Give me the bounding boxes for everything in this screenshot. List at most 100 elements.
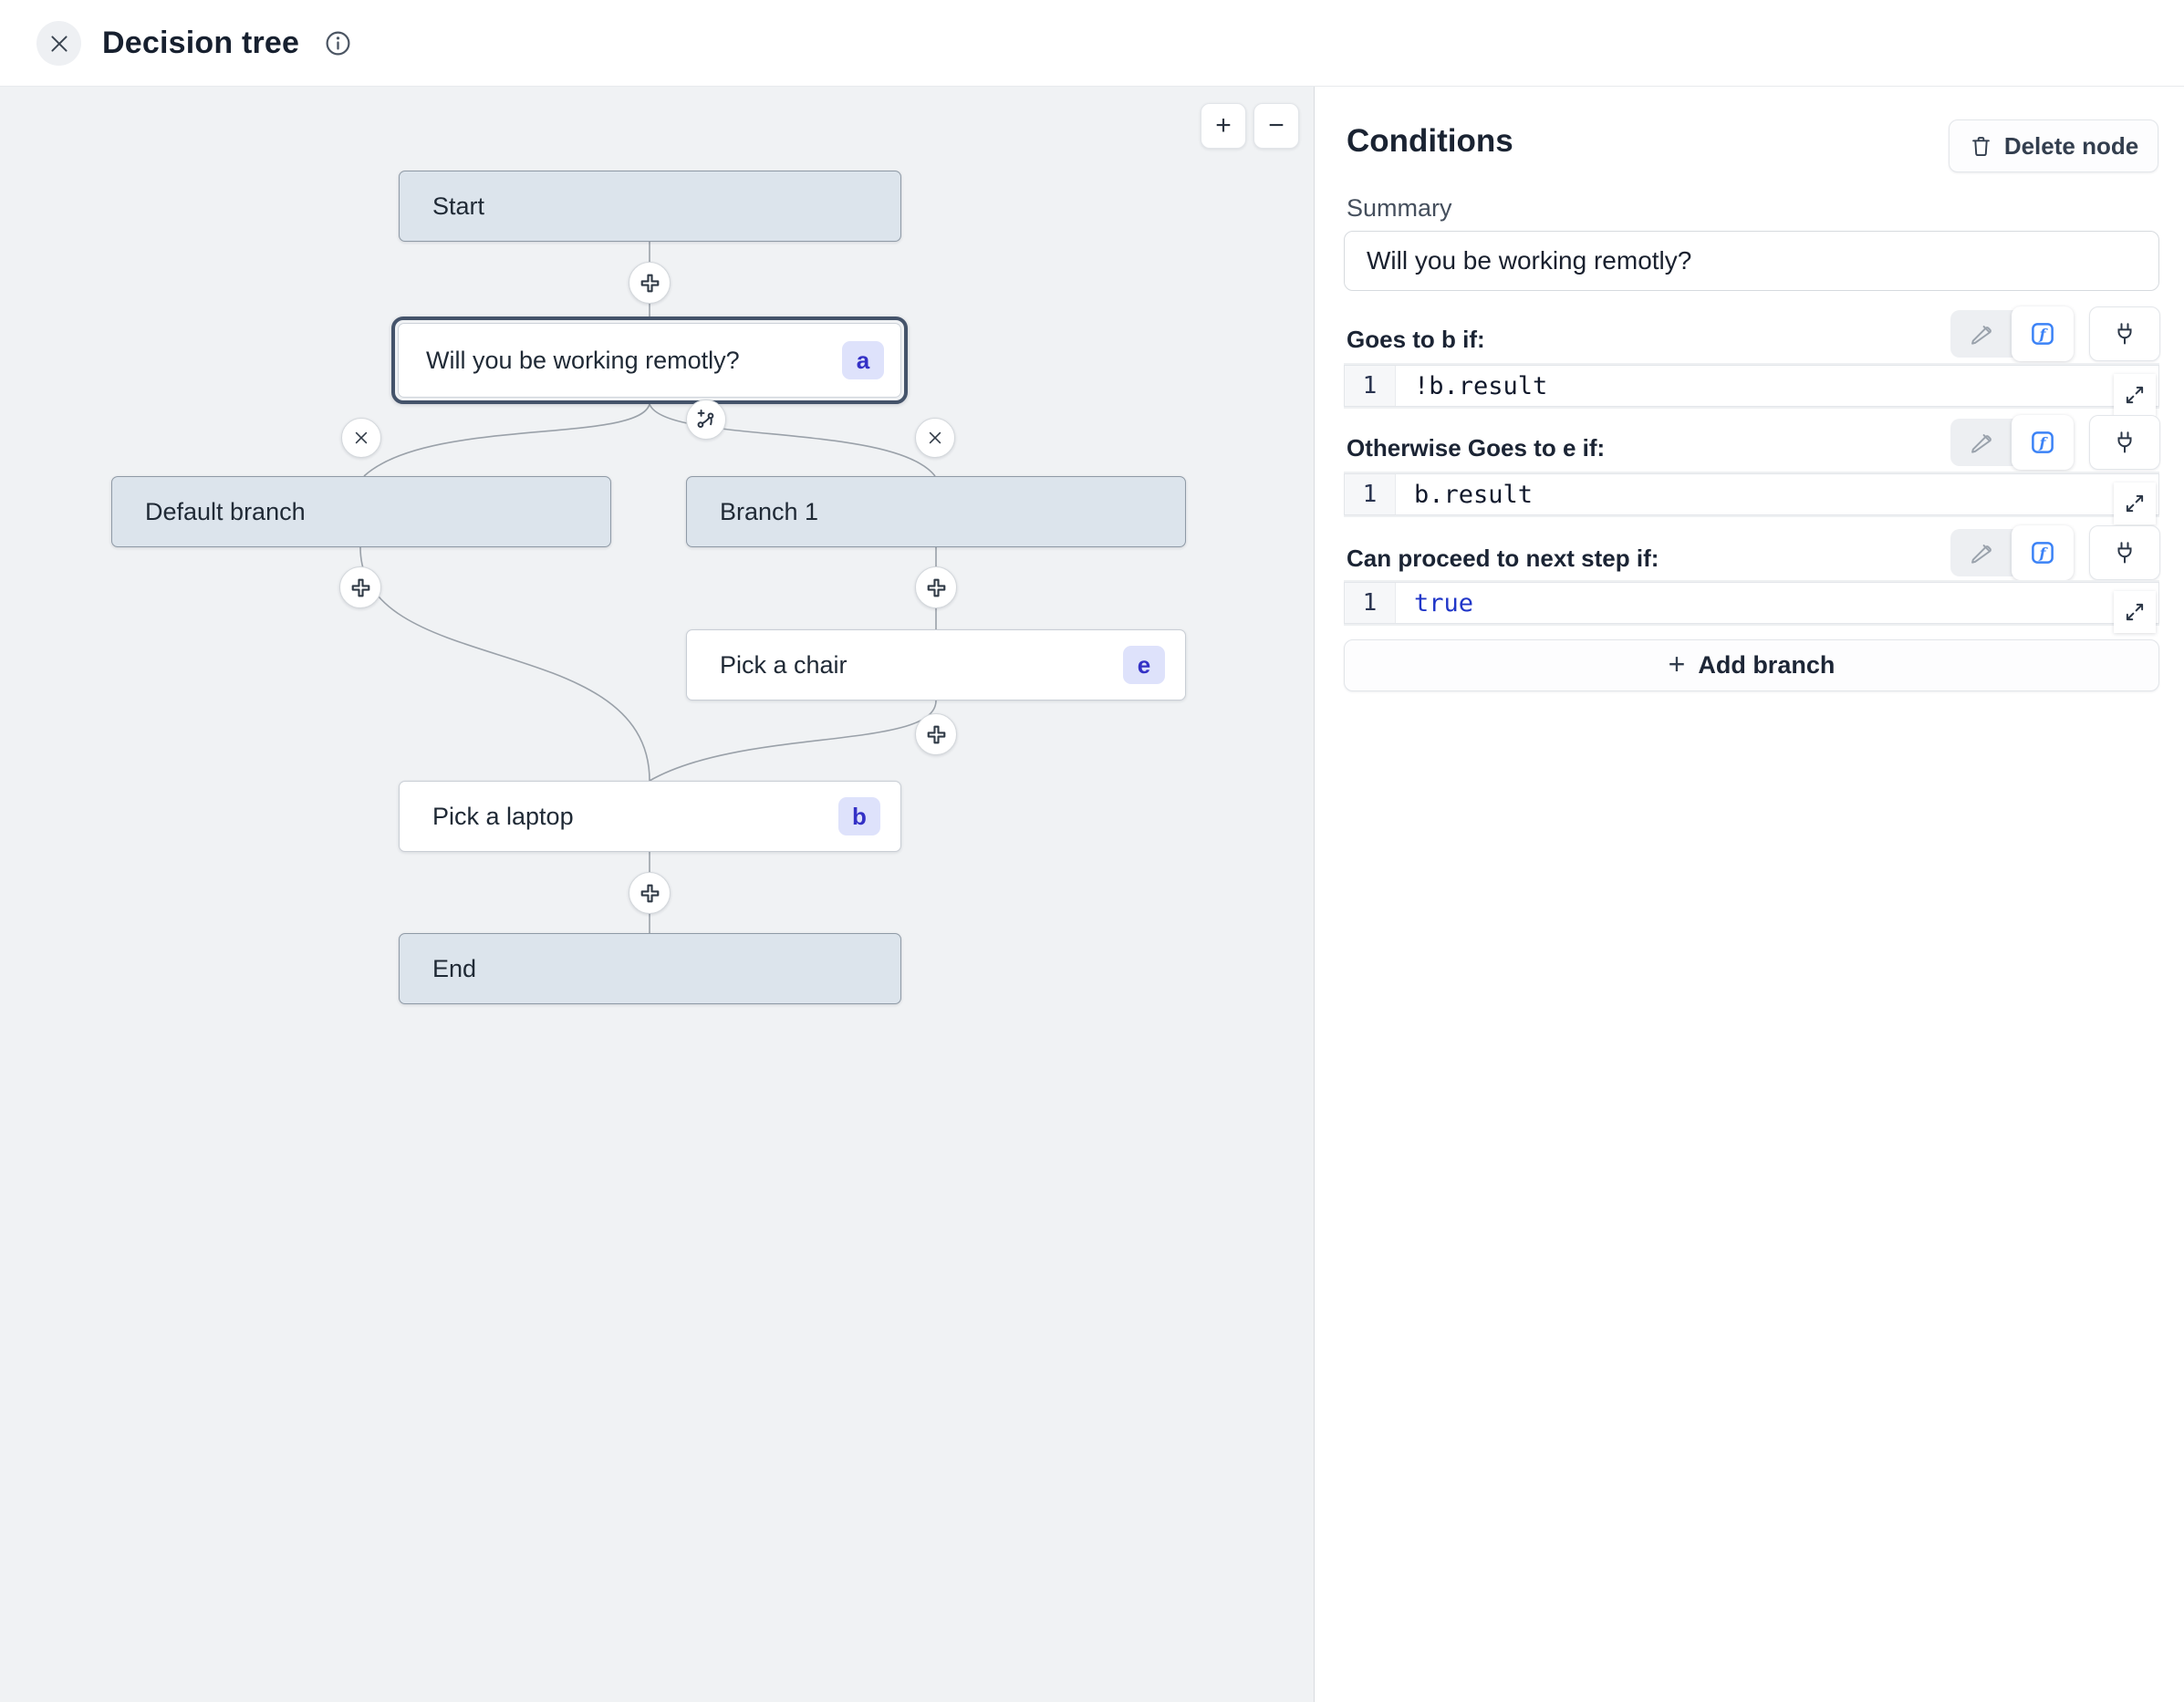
node-badge: a — [842, 341, 884, 379]
node-badge: b — [838, 797, 880, 835]
fx-mode-button[interactable]: f — [2012, 306, 2074, 361]
mode-pill: f — [1950, 419, 2074, 466]
mode-pill: f — [1950, 310, 2074, 358]
node-label: Start — [432, 192, 880, 221]
svg-text:f: f — [2039, 326, 2049, 343]
delete-node-label: Delete node — [2004, 132, 2138, 161]
x-icon — [926, 429, 944, 447]
code-value[interactable]: !b.result — [1396, 366, 1547, 406]
close-icon — [47, 32, 71, 56]
node-label: Pick a chair — [720, 651, 1123, 680]
plus-icon — [924, 576, 949, 600]
plug-icon — [2112, 430, 2137, 455]
code-editor-can-proceed[interactable]: 1 true — [1344, 582, 2159, 624]
line-number: 1 — [1345, 474, 1396, 514]
mode-pill: f — [1950, 529, 2074, 576]
page-title: Decision tree — [102, 0, 299, 87]
delete-node-button[interactable]: Delete node — [1949, 119, 2158, 172]
expand-icon — [2123, 383, 2147, 407]
edit-mode-button[interactable] — [1950, 419, 2012, 466]
remove-branch-button[interactable] — [915, 418, 955, 458]
add-step-button[interactable] — [915, 713, 957, 755]
expand-editor-button[interactable] — [2114, 483, 2156, 524]
plus-icon — [924, 722, 949, 747]
add-step-button[interactable] — [339, 566, 381, 608]
node-label: Will you be working remotly? — [426, 347, 842, 375]
editor-mode-toggle: f — [1950, 306, 2160, 361]
node-default-branch[interactable]: Default branch — [111, 476, 611, 547]
plug-icon — [2112, 540, 2137, 566]
summary-label: Summary — [1347, 194, 1452, 223]
add-branch-button[interactable]: + Add branch — [1344, 639, 2159, 691]
node-label: Branch 1 — [720, 498, 1165, 526]
x-icon — [352, 429, 370, 447]
plug-button[interactable] — [2089, 415, 2160, 470]
expand-editor-button[interactable] — [2114, 374, 2156, 416]
plus-icon: + — [1215, 110, 1232, 141]
fx-mode-button[interactable]: f — [2012, 525, 2074, 580]
split-branch-icon — [694, 408, 718, 431]
zoom-in-button[interactable]: + — [1201, 103, 1246, 149]
node-start[interactable]: Start — [399, 171, 901, 242]
flow-canvas[interactable]: + − Start Will you be working remotly? a… — [0, 87, 1314, 1702]
trash-icon — [1969, 134, 1993, 159]
editor-mode-toggle: f — [1950, 525, 2160, 580]
editor-mode-toggle: f — [1950, 415, 2160, 470]
minus-icon: − — [1268, 110, 1284, 141]
node-label: Default branch — [145, 498, 590, 526]
condition-label-goes-to-b: Goes to b if: — [1347, 326, 1485, 354]
line-number: 1 — [1345, 583, 1396, 623]
expand-icon — [2123, 492, 2147, 515]
expand-editor-button[interactable] — [2114, 591, 2156, 633]
plus-icon — [638, 881, 662, 906]
line-number: 1 — [1345, 366, 1396, 406]
svg-text:f: f — [2039, 434, 2049, 451]
zoom-out-button[interactable]: − — [1253, 103, 1299, 149]
close-button[interactable] — [36, 21, 81, 66]
panel-divider — [1314, 87, 1315, 1702]
plug-icon — [2112, 321, 2137, 347]
summary-input[interactable] — [1344, 231, 2159, 291]
plug-button[interactable] — [2089, 306, 2160, 361]
edit-mode-button[interactable] — [1950, 310, 2012, 358]
add-branch-label: Add branch — [1698, 651, 1835, 680]
fx-mode-button[interactable]: f — [2012, 415, 2074, 470]
node-label: Pick a laptop — [432, 803, 838, 831]
fx-icon: f — [2029, 429, 2056, 456]
node-badge: e — [1123, 646, 1165, 684]
pencil-icon — [1969, 540, 1994, 566]
pencil-icon — [1969, 321, 1994, 347]
code-value[interactable]: true — [1396, 583, 1473, 623]
panel-title: Conditions — [1347, 123, 1513, 160]
node-question-selected[interactable]: Will you be working remotly? a — [391, 317, 908, 404]
node-branch-1[interactable]: Branch 1 — [686, 476, 1186, 547]
node-pick-a-chair[interactable]: Pick a chair e — [686, 629, 1186, 701]
node-question-inner: Will you be working remotly? a — [398, 323, 901, 398]
svg-text:f: f — [2039, 545, 2049, 562]
plus-icon — [348, 576, 373, 600]
expand-icon — [2123, 600, 2147, 624]
plus-icon: + — [1669, 648, 1686, 681]
top-bar: Decision tree — [0, 0, 2184, 87]
add-step-button[interactable] — [915, 566, 957, 608]
condition-label-otherwise-e: Otherwise Goes to e if: — [1347, 434, 1605, 462]
node-pick-a-laptop[interactable]: Pick a laptop b — [399, 781, 901, 852]
code-value[interactable]: b.result — [1396, 474, 1533, 514]
fx-icon: f — [2029, 539, 2056, 566]
fx-icon: f — [2029, 320, 2056, 348]
remove-branch-button[interactable] — [341, 418, 381, 458]
pencil-icon — [1969, 430, 1994, 455]
node-label: End — [432, 955, 880, 983]
conditions-panel: Conditions Delete node Summary Goes to b… — [1315, 87, 2184, 1702]
edit-mode-button[interactable] — [1950, 529, 2012, 576]
condition-label-can-proceed: Can proceed to next step if: — [1347, 545, 1659, 573]
plug-button[interactable] — [2089, 525, 2160, 580]
plus-icon — [638, 271, 662, 296]
code-editor-otherwise-e[interactable]: 1 b.result — [1344, 473, 2159, 515]
add-step-button[interactable] — [629, 872, 671, 914]
add-branch-node-button[interactable] — [686, 400, 726, 440]
node-end[interactable]: End — [399, 933, 901, 1004]
info-icon[interactable] — [324, 29, 352, 57]
add-step-button[interactable] — [629, 262, 671, 304]
code-editor-goes-to-b[interactable]: 1 !b.result — [1344, 365, 2159, 407]
